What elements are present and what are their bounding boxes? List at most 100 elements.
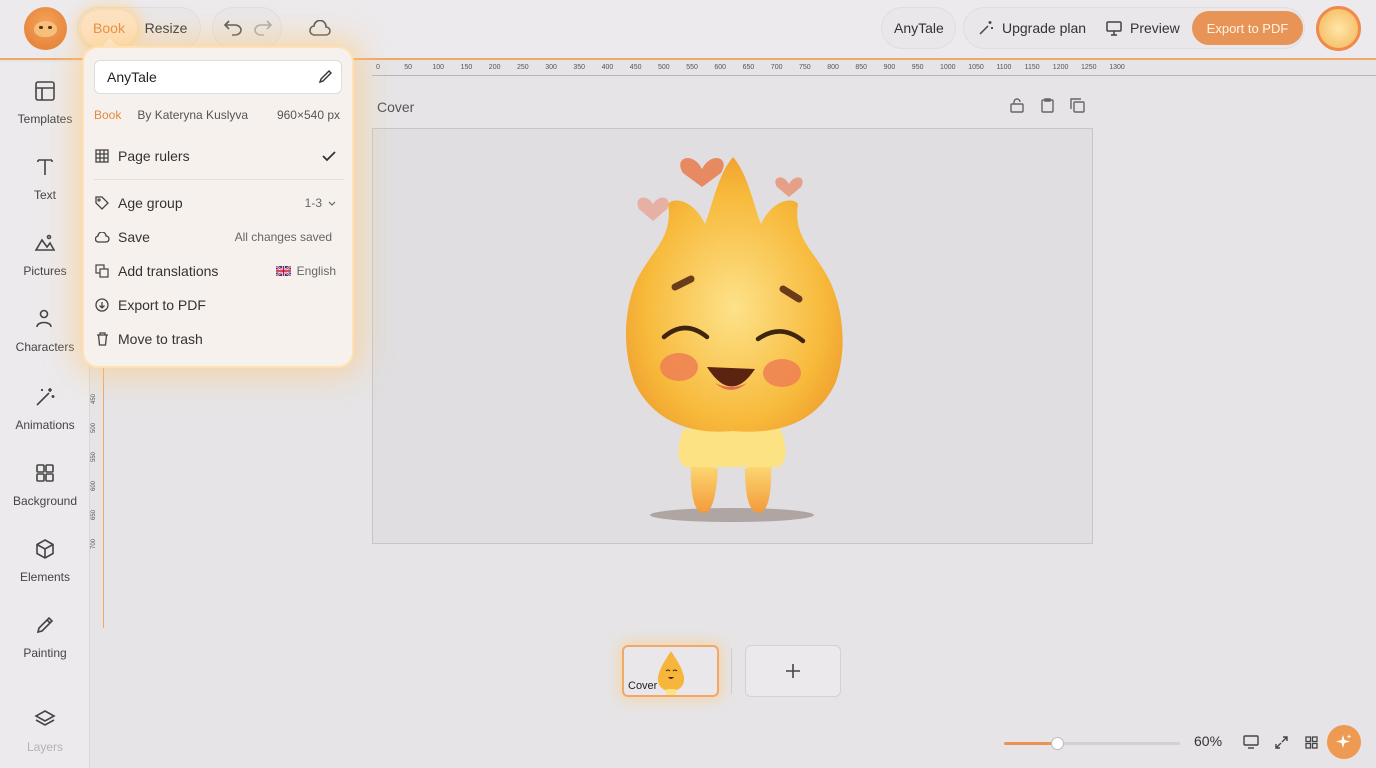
check-icon — [322, 150, 336, 162]
sidebar-item-characters[interactable]: Characters — [0, 308, 90, 368]
resize-tab[interactable]: Resize — [140, 10, 192, 46]
lock-icon[interactable] — [1008, 96, 1026, 114]
templates-icon — [35, 81, 55, 101]
animations-icon — [36, 388, 55, 406]
sidebar-item-templates[interactable]: Templates — [0, 80, 90, 140]
ruler-tick-label: 1000 — [940, 64, 956, 71]
ruler-tick-label: 150 — [460, 64, 473, 71]
ruler-tick-label: 1150 — [1024, 64, 1040, 71]
meta-size: 960×540 px — [276, 108, 340, 122]
sidebar-item-animations[interactable]: Animations — [0, 386, 90, 446]
menu-save[interactable]: Save All changes saved — [94, 222, 342, 252]
sidebar-item-pictures[interactable]: Pictures — [0, 232, 90, 292]
user-avatar[interactable] — [1316, 6, 1361, 51]
redo-icon[interactable] — [252, 17, 274, 39]
magic-sparkle-button[interactable] — [1327, 725, 1361, 759]
trash-icon — [94, 331, 110, 347]
flame-character[interactable] — [373, 129, 1094, 545]
ruler-left: 450 500 550 600 650 700 — [90, 360, 104, 628]
ruler-tick-label: 300 — [545, 64, 557, 71]
page-thumbnail-cover[interactable]: Cover — [622, 645, 719, 697]
upgrade-plan-button[interactable]: Upgrade plan — [978, 20, 1086, 36]
zoom-slider-fill — [1004, 742, 1057, 745]
sidebar-item-elements[interactable]: Elements — [0, 538, 90, 598]
ruler-tick-label: 750 — [799, 64, 811, 71]
clipboard-icon[interactable] — [1038, 96, 1056, 114]
ruler-tick-label: 550 — [686, 64, 698, 71]
ruler-tick-label: 1300 — [1109, 64, 1125, 71]
project-name[interactable]: AnyTale — [894, 20, 944, 36]
add-page-button[interactable] — [745, 645, 841, 697]
ruler-tick-label: 200 — [488, 64, 501, 71]
ruler-top: 0 50 100 150 200 250 300 350 400 450 500 550 600 650 7… — [372, 62, 1376, 76]
ruler-tick-label: 650 — [91, 509, 97, 520]
ruler-tick-label: 800 — [827, 64, 839, 71]
sidebar-item-painting[interactable]: Painting — [0, 614, 90, 674]
ruler-tick-label: 450 — [91, 393, 97, 404]
app-logo[interactable] — [24, 7, 67, 50]
book-name-field[interactable]: AnyTale — [94, 60, 342, 94]
sparkle-icon — [1336, 734, 1352, 748]
menu-move-trash[interactable]: Move to trash — [94, 324, 342, 354]
translate-icon — [94, 263, 110, 279]
sidebar-item-text[interactable]: Text — [0, 156, 90, 216]
sidebar-item-layers[interactable]: Layers — [0, 708, 90, 768]
chevron-down-icon — [328, 201, 336, 206]
undo-icon[interactable] — [222, 17, 244, 39]
ruler-tick-label: 1100 — [996, 64, 1012, 71]
page-title: Cover — [377, 99, 415, 115]
duplicate-icon[interactable] — [1068, 96, 1086, 114]
ruler-tick-label: 450 — [629, 64, 642, 71]
page-strip-divider — [731, 648, 732, 694]
pencil-icon[interactable] — [318, 69, 333, 87]
language-select[interactable]: English — [275, 264, 336, 278]
ruler-tick-label: 500 — [91, 422, 97, 433]
monitor-icon — [1106, 20, 1122, 36]
grid-icon — [94, 148, 110, 164]
menu-export-pdf[interactable]: Export to PDF — [94, 290, 342, 320]
left-sidebar: Templates Text Pictures Characters Anima… — [0, 62, 90, 768]
layers-icon — [34, 710, 56, 726]
ruler-tick-label: 1250 — [1081, 64, 1097, 71]
zoom-slider[interactable] — [1004, 737, 1180, 750]
ruler-tick-label: 550 — [91, 451, 97, 462]
ruler-tick-label: 700 — [91, 538, 97, 549]
tag-icon — [94, 195, 110, 211]
ruler-tick-label: 900 — [883, 64, 896, 71]
ruler-tick-label: 850 — [855, 64, 868, 71]
download-circle-icon — [94, 297, 110, 313]
menu-add-translations[interactable]: Add translations English — [94, 256, 342, 286]
ruler-tick-label: 350 — [573, 64, 586, 71]
page-canvas[interactable] — [372, 128, 1093, 544]
ruler-tick-label: 400 — [601, 64, 614, 71]
painting-icon — [36, 616, 54, 634]
menu-age-group[interactable]: Age group 1-3 — [94, 188, 342, 218]
ruler-tick-label: 600 — [714, 64, 727, 71]
monitor-view-icon[interactable] — [1242, 734, 1260, 750]
fullscreen-icon[interactable] — [1272, 734, 1290, 750]
ruler-tick-label: 1200 — [1052, 64, 1069, 71]
thumbnail-label: Cover — [628, 680, 658, 692]
sidebar-item-background[interactable]: Background — [0, 462, 90, 522]
book-menu: AnyTale Book By Kateryna Kuslyva 960×540… — [84, 48, 352, 366]
ruler-tick-label: 950 — [911, 64, 924, 71]
characters-icon — [36, 309, 52, 328]
magic-wand-icon — [979, 21, 993, 35]
ruler-tick-label: 1050 — [968, 64, 984, 71]
book-meta: Book By Kateryna Kuslyva 960×540 px — [94, 108, 344, 122]
export-to-pdf-button[interactable]: Export to PDF — [1192, 11, 1303, 45]
age-group-select[interactable]: 1-3 — [305, 196, 336, 210]
zoom-slider-handle[interactable] — [1050, 737, 1064, 750]
ruler-tick-label: 500 — [658, 64, 670, 71]
background-icon — [36, 464, 54, 482]
zoom-level: 60% — [1194, 733, 1223, 749]
grid-view-icon[interactable] — [1302, 734, 1320, 750]
cloud-save-icon[interactable] — [308, 16, 332, 40]
ruler-tick-label: 700 — [770, 64, 783, 71]
ruler-tick-label: 600 — [91, 480, 97, 491]
text-icon — [37, 159, 53, 175]
menu-page-rulers[interactable]: Page rulers — [94, 141, 342, 171]
elements-icon — [36, 539, 54, 559]
preview-button[interactable]: Preview — [1106, 20, 1180, 36]
ruler-tick-label: 250 — [517, 64, 529, 71]
